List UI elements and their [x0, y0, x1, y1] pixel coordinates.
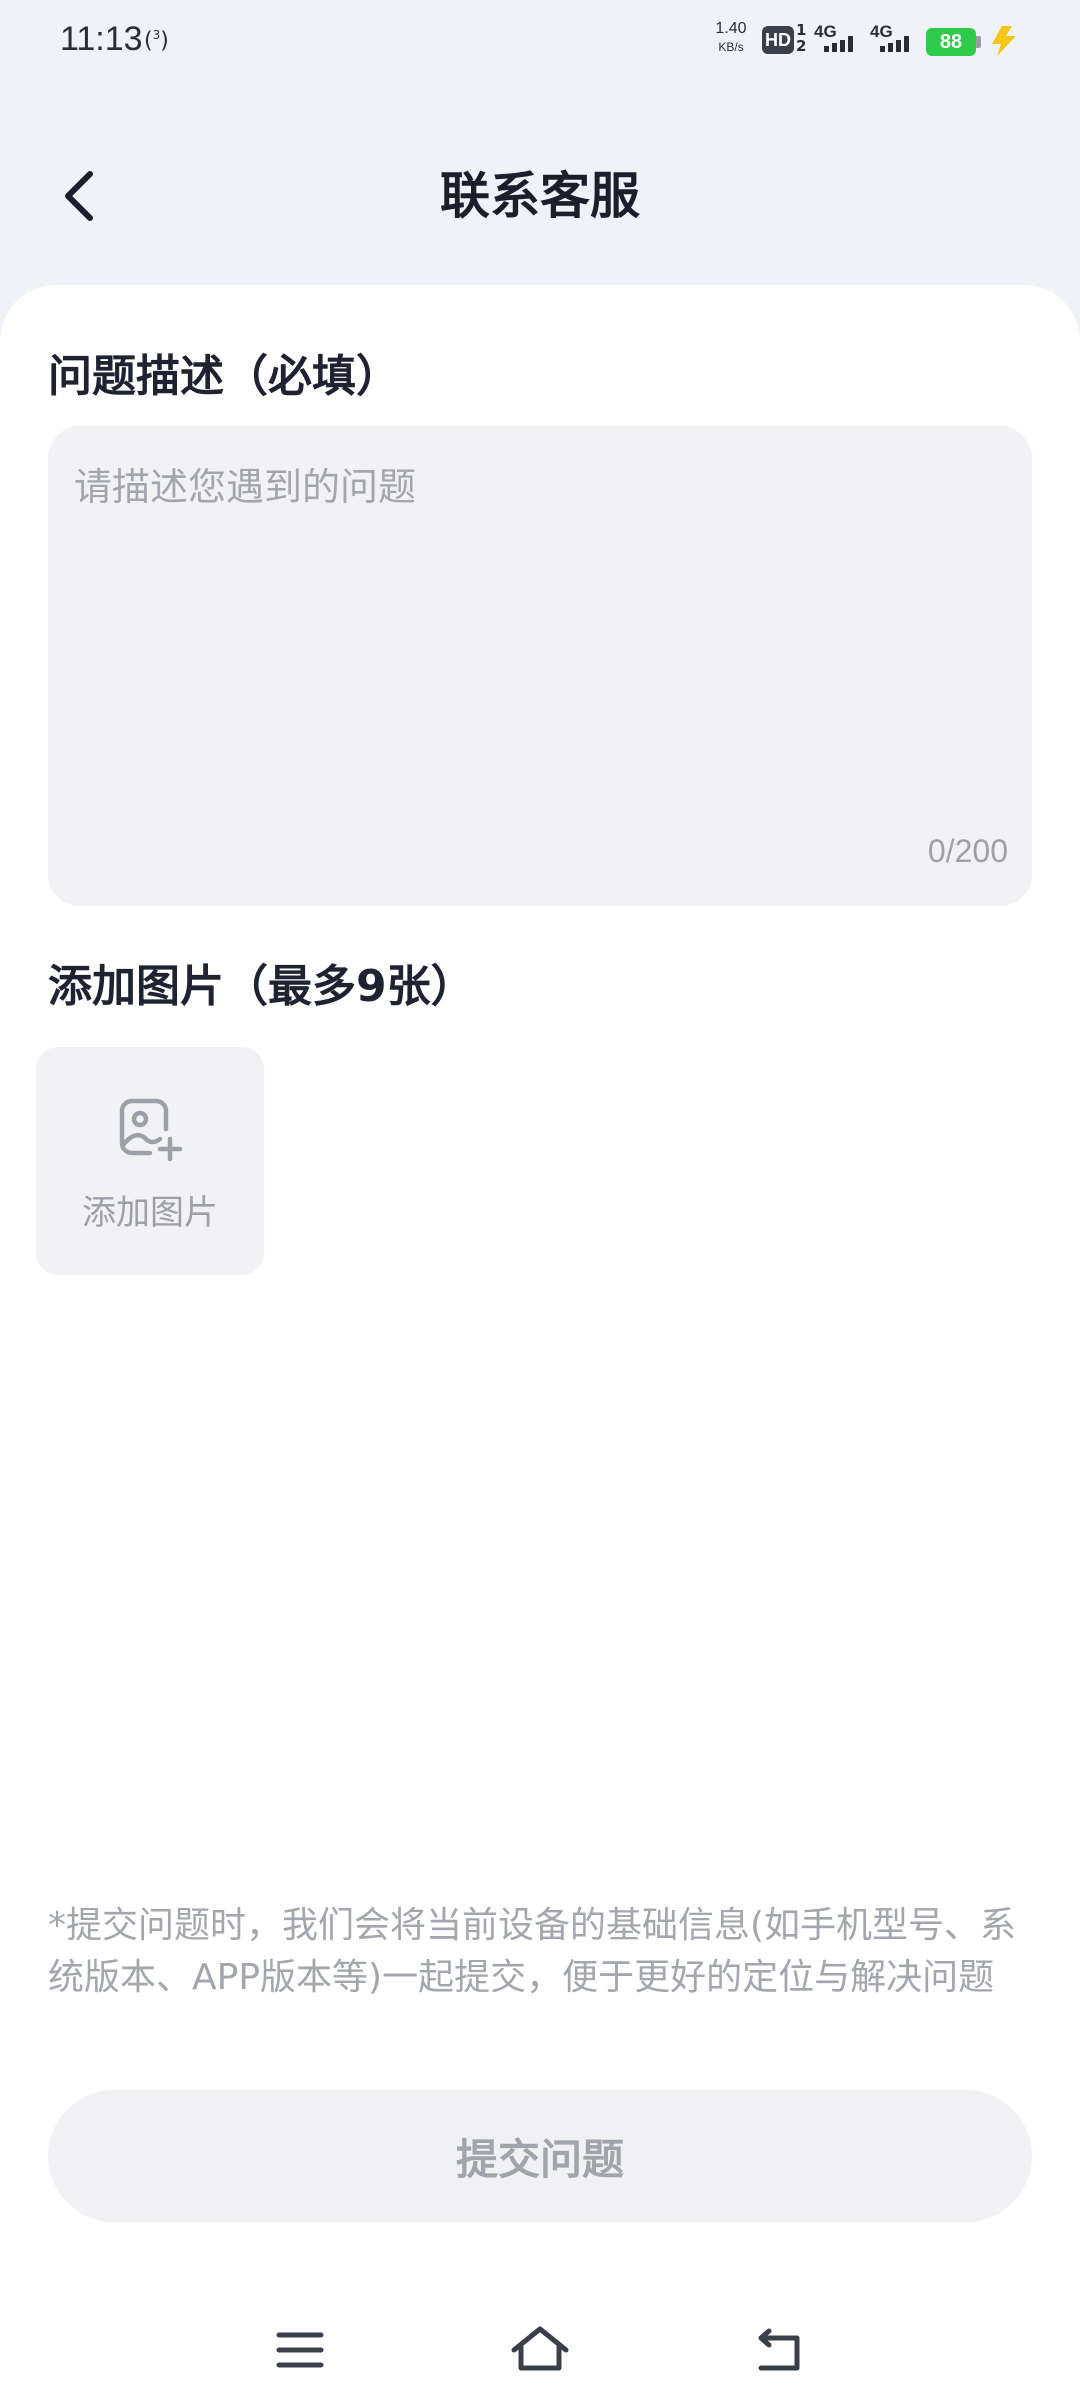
submit-button[interactable]: 提交问题	[48, 2090, 1032, 2222]
hd-sim-indicator: 1 2	[796, 21, 807, 55]
description-input[interactable]	[48, 426, 1032, 906]
add-photo-icon	[119, 1098, 183, 1162]
network-speed: 1.40 KB/s	[715, 20, 747, 54]
battery-cap	[976, 36, 981, 48]
add-image-button[interactable]: 添加图片	[36, 1047, 264, 1275]
back-icon	[758, 2328, 800, 2371]
privacy-notice: *提交问题时，我们会将当前设备的基础信息(如手机型号、系统版本、APP版本等)一…	[48, 1905, 1017, 1998]
page-title: 联系客服	[440, 167, 640, 225]
add-image-label: 添加图片	[82, 1193, 218, 1233]
char-count: 0/200	[927, 833, 1008, 869]
menu-icon	[276, 2332, 324, 2368]
system-nav-bar	[0, 2310, 1080, 2390]
home-icon	[511, 2326, 569, 2371]
nav-menu-button[interactable]	[260, 2310, 340, 2390]
nav-home-button[interactable]	[500, 2310, 580, 2390]
status-time: 11:13	[60, 20, 143, 58]
status-bar: 11:13 (3) 1.40 KB/s HD 1 2 4G 4G 88	[0, 0, 1080, 84]
nav-back-button[interactable]	[740, 2310, 820, 2390]
charging-icon	[992, 26, 1016, 56]
hotspot-icon: (3)	[144, 28, 169, 54]
description-title: 问题描述（必填）	[48, 351, 400, 402]
description-box: 0/200	[48, 426, 1032, 906]
submit-label: 提交问题	[455, 2134, 624, 2184]
battery-icon: 88	[926, 28, 976, 56]
hd-voice-icon: HD	[762, 26, 794, 54]
images-title: 添加图片（最多9张）	[48, 961, 475, 1012]
